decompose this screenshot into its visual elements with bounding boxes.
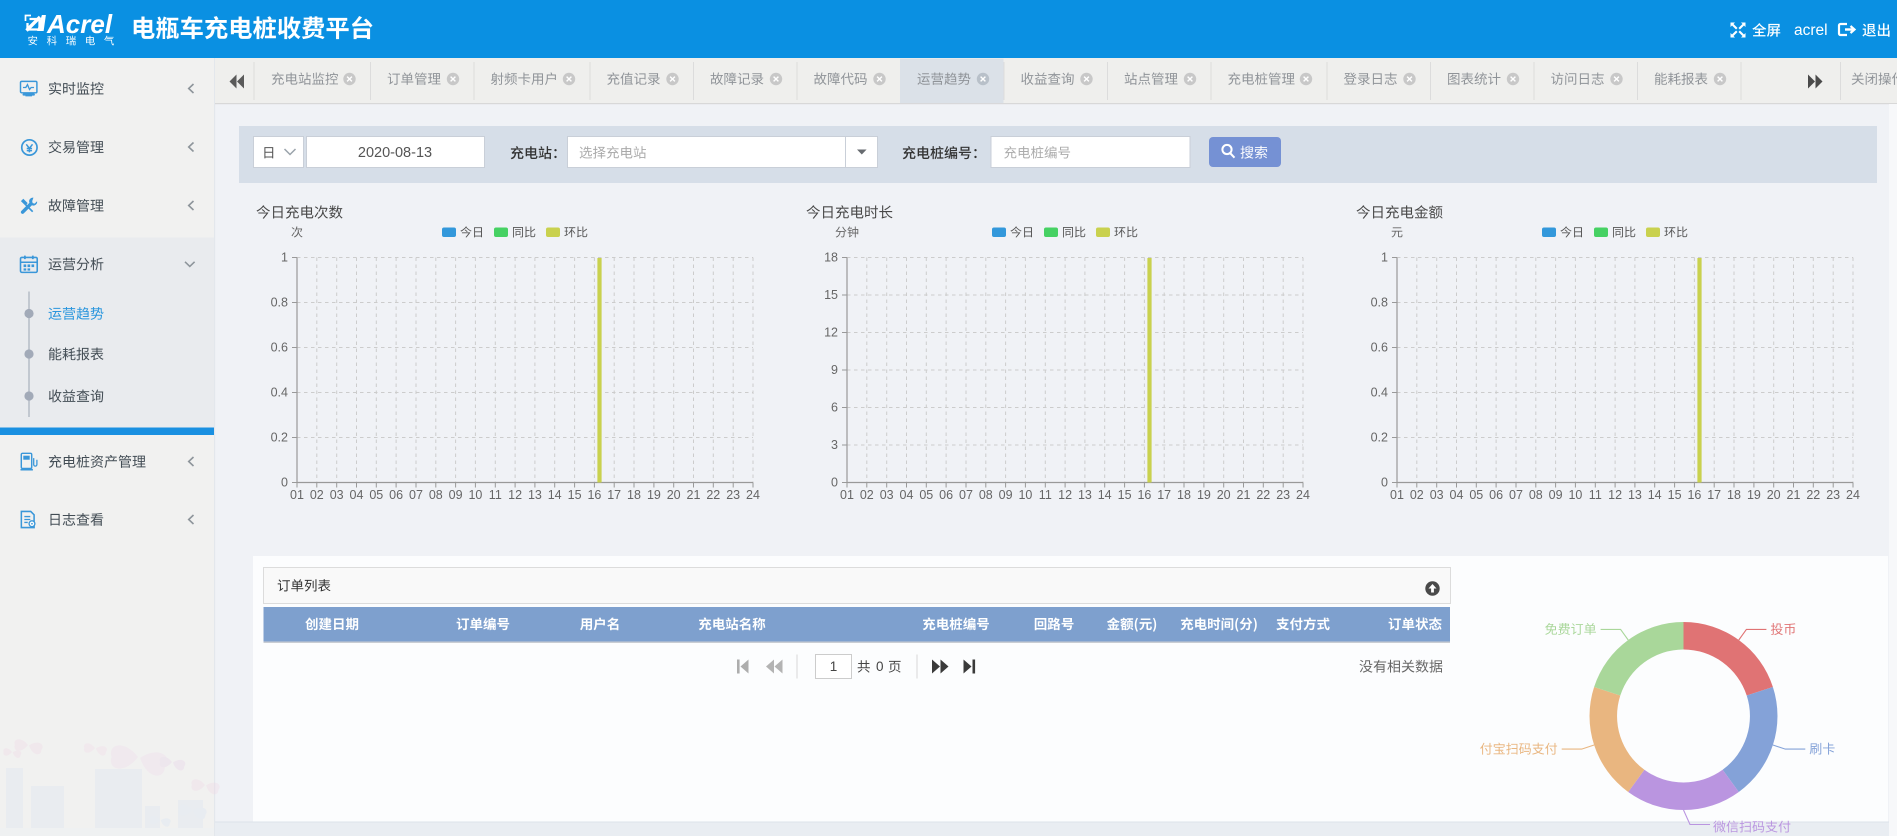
svg-text:23: 23 <box>1826 488 1840 502</box>
svg-text:1: 1 <box>1381 251 1388 265</box>
svg-text:23: 23 <box>1276 488 1290 502</box>
svg-text:20: 20 <box>1767 488 1781 502</box>
svg-text:22: 22 <box>1256 488 1270 502</box>
svg-text:21: 21 <box>1787 488 1801 502</box>
svg-text:09: 09 <box>999 488 1013 502</box>
svg-text:0.6: 0.6 <box>271 341 288 355</box>
svg-text:15: 15 <box>568 488 582 502</box>
svg-text:17: 17 <box>1707 488 1721 502</box>
svg-text:0.2: 0.2 <box>271 431 288 445</box>
svg-text:15: 15 <box>1668 488 1682 502</box>
svg-text:0: 0 <box>831 476 838 490</box>
svg-text:0.4: 0.4 <box>1371 386 1388 400</box>
svg-text:acrel: acrel <box>1794 22 1828 39</box>
svg-text:14: 14 <box>1648 488 1662 502</box>
svg-text:19: 19 <box>647 488 661 502</box>
svg-text:0.4: 0.4 <box>271 386 288 400</box>
svg-text:09: 09 <box>449 488 463 502</box>
svg-text:24: 24 <box>1846 488 1860 502</box>
svg-text:17: 17 <box>607 488 621 502</box>
svg-text:21: 21 <box>687 488 701 502</box>
svg-text:1: 1 <box>830 659 838 674</box>
svg-text:08: 08 <box>429 488 443 502</box>
svg-text:02: 02 <box>310 488 324 502</box>
svg-text:03: 03 <box>880 488 894 502</box>
svg-text:15: 15 <box>1118 488 1132 502</box>
svg-text:08: 08 <box>979 488 993 502</box>
svg-text:Acrel: Acrel <box>46 9 113 39</box>
svg-text:24: 24 <box>746 488 760 502</box>
svg-text:9: 9 <box>831 363 838 377</box>
svg-text:10: 10 <box>1568 488 1582 502</box>
svg-text:10: 10 <box>1018 488 1032 502</box>
svg-text:18: 18 <box>824 251 838 265</box>
svg-text:01: 01 <box>290 488 304 502</box>
svg-text:0.8: 0.8 <box>271 296 288 310</box>
svg-text:04: 04 <box>350 488 364 502</box>
svg-text:21: 21 <box>1237 488 1251 502</box>
svg-text:06: 06 <box>1489 488 1503 502</box>
svg-text:15: 15 <box>824 288 838 302</box>
svg-text:12: 12 <box>1058 488 1072 502</box>
svg-text:04: 04 <box>900 488 914 502</box>
svg-text:18: 18 <box>1177 488 1191 502</box>
svg-text:10: 10 <box>468 488 482 502</box>
svg-text:02: 02 <box>1410 488 1424 502</box>
svg-text:12: 12 <box>508 488 522 502</box>
svg-text:03: 03 <box>330 488 344 502</box>
svg-text:01: 01 <box>1390 488 1404 502</box>
svg-text:09: 09 <box>1549 488 1563 502</box>
svg-text:17: 17 <box>1157 488 1171 502</box>
svg-text:16: 16 <box>587 488 601 502</box>
svg-text:11: 11 <box>489 488 502 502</box>
svg-text:0: 0 <box>876 659 884 674</box>
svg-text:0.6: 0.6 <box>1371 341 1388 355</box>
svg-text:18: 18 <box>1727 488 1741 502</box>
svg-text:1: 1 <box>281 251 288 265</box>
svg-text:11: 11 <box>1589 488 1602 502</box>
svg-text:23: 23 <box>726 488 740 502</box>
svg-text:13: 13 <box>528 488 542 502</box>
svg-text:05: 05 <box>1469 488 1483 502</box>
svg-text:06: 06 <box>389 488 403 502</box>
svg-text:0: 0 <box>281 476 288 490</box>
svg-text:2020-08-13: 2020-08-13 <box>358 145 432 161</box>
svg-text:0: 0 <box>1381 476 1388 490</box>
svg-text:03: 03 <box>1430 488 1444 502</box>
svg-text:24: 24 <box>1296 488 1310 502</box>
svg-text:06: 06 <box>939 488 953 502</box>
svg-text:0.2: 0.2 <box>1371 431 1388 445</box>
svg-text:16: 16 <box>1687 488 1701 502</box>
svg-text:07: 07 <box>1509 488 1523 502</box>
svg-text:14: 14 <box>548 488 562 502</box>
svg-text:0.8: 0.8 <box>1371 296 1388 310</box>
svg-text:6: 6 <box>831 401 838 415</box>
svg-text:20: 20 <box>1217 488 1231 502</box>
svg-text:3: 3 <box>831 438 838 452</box>
svg-text:20: 20 <box>667 488 681 502</box>
svg-text:02: 02 <box>860 488 874 502</box>
svg-text:14: 14 <box>1098 488 1112 502</box>
svg-text:16: 16 <box>1137 488 1151 502</box>
svg-text:19: 19 <box>1197 488 1211 502</box>
svg-text:13: 13 <box>1078 488 1092 502</box>
svg-text:12: 12 <box>1608 488 1622 502</box>
svg-text:19: 19 <box>1747 488 1761 502</box>
svg-text:01: 01 <box>840 488 854 502</box>
svg-text:18: 18 <box>627 488 641 502</box>
svg-text:12: 12 <box>824 326 838 340</box>
svg-text:04: 04 <box>1450 488 1464 502</box>
svg-text:07: 07 <box>409 488 423 502</box>
svg-text:05: 05 <box>369 488 383 502</box>
svg-text:08: 08 <box>1529 488 1543 502</box>
svg-text:07: 07 <box>959 488 973 502</box>
svg-text:13: 13 <box>1628 488 1642 502</box>
svg-text:22: 22 <box>1806 488 1820 502</box>
svg-text:05: 05 <box>919 488 933 502</box>
svg-text:22: 22 <box>706 488 720 502</box>
svg-text:11: 11 <box>1039 488 1052 502</box>
